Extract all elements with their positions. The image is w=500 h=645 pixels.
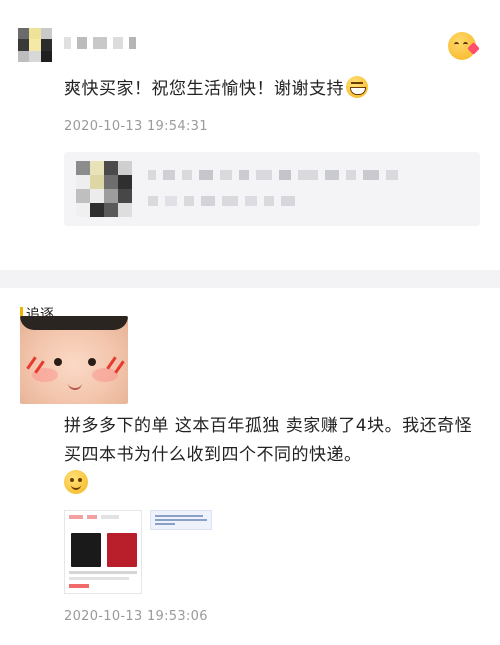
product-thumbnail-blurred [76, 161, 132, 217]
grin-emoji-icon [346, 76, 368, 98]
smile-emoji-icon [64, 470, 88, 494]
product-subtitle-blurred [148, 196, 388, 206]
review-timestamp: 2020-10-13 19:54:31 [64, 119, 208, 134]
review-image-chat[interactable] [150, 510, 212, 530]
reviewer-name-blurred [64, 36, 137, 50]
review-text: 爽快买家！祝您生活愉快！谢谢支持 [64, 76, 368, 101]
reviewer-avatar-blurred[interactable] [18, 28, 52, 62]
review-image-books[interactable] [64, 510, 142, 594]
product-title-blurred [148, 170, 468, 180]
review-text-2: 拼多多下的单 这本百年孤独 卖家赚了4块。我还奇怪买四本书为什么收到四个不同的快… [64, 416, 473, 465]
reviewer-avatar[interactable] [20, 316, 128, 404]
review-timestamp-2: 2020-10-13 19:53:06 [64, 609, 208, 624]
kiss-emoji-icon [448, 32, 476, 60]
product-card[interactable] [64, 152, 480, 226]
section-divider [0, 270, 500, 288]
